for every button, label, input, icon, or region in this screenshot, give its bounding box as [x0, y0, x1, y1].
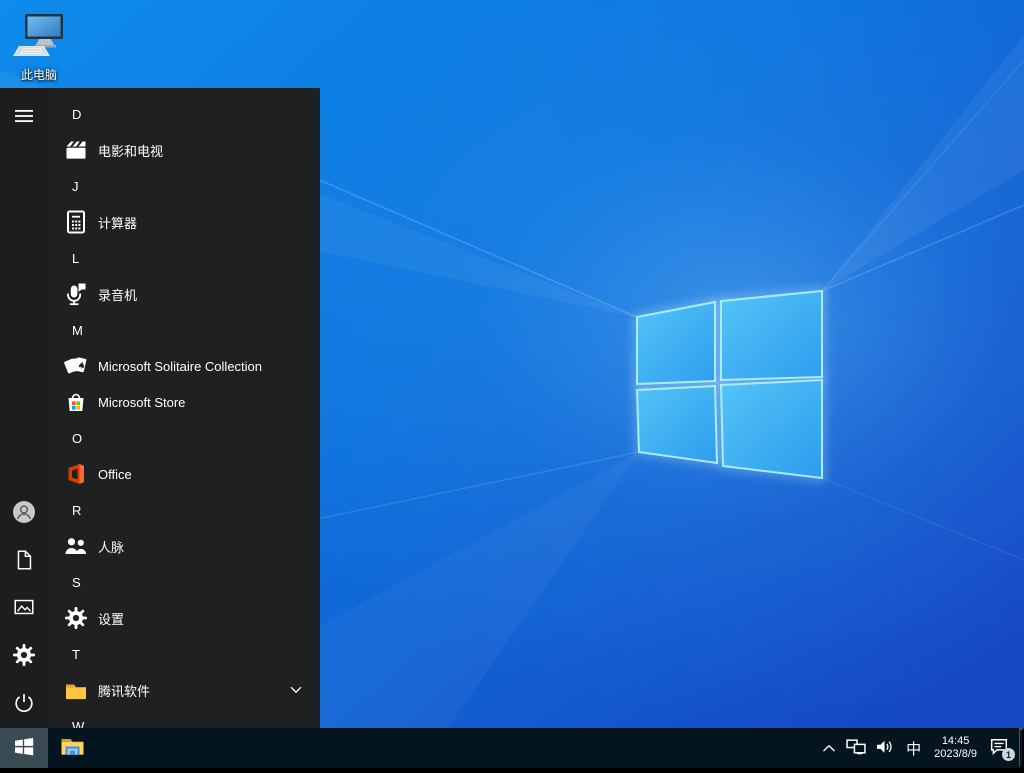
app-item[interactable]: Office [48, 456, 320, 492]
app-label: 计算器 [98, 215, 138, 231]
section-letter: L [72, 250, 80, 266]
clock-time: 14:45 [941, 735, 970, 747]
file-explorer-button[interactable] [56, 728, 88, 768]
people-icon [62, 532, 90, 560]
windows-logo-icon [14, 737, 34, 759]
section-header-m[interactable]: M [48, 312, 320, 348]
section-header-o[interactable]: O [48, 420, 320, 456]
user-button[interactable] [0, 488, 48, 536]
documents-button[interactable] [0, 536, 48, 584]
store-icon [62, 388, 90, 416]
app-item[interactable]: Microsoft Store [48, 384, 320, 420]
section-letter: R [72, 502, 82, 518]
app-label: 腾讯软件 [98, 683, 151, 699]
settings-button[interactable] [0, 631, 48, 679]
section-letter: M [72, 322, 83, 338]
computer-icon [6, 12, 72, 65]
app-label: 人脉 [98, 539, 125, 555]
app-item[interactable]: 设置 [48, 600, 320, 636]
section-letter: O [72, 430, 83, 446]
section-header-d[interactable]: D [48, 96, 320, 132]
app-item[interactable]: 计算器 [48, 204, 320, 240]
show-desktop-button[interactable] [1019, 728, 1024, 768]
system-tray: 中 14:45 2023/8/9 1 [817, 728, 1024, 768]
office-icon [62, 460, 90, 488]
section-letter: D [72, 106, 82, 122]
section-letter: W [72, 718, 85, 729]
desktop-icon-this-pc[interactable]: 此电脑 [6, 12, 72, 83]
calculator-icon [62, 208, 90, 236]
app-label: Office [98, 466, 132, 482]
clock[interactable]: 14:45 2023/8/9 [927, 728, 984, 768]
app-label: Microsoft Store [98, 394, 186, 410]
app-item[interactable]: ♠ Microsoft Solitaire Collection [48, 348, 320, 384]
volume-icon [876, 739, 895, 758]
section-letter: J [72, 178, 79, 194]
expand-menu-button[interactable] [0, 92, 48, 140]
chevron-down-icon [290, 686, 302, 694]
section-header-j[interactable]: J [48, 168, 320, 204]
folder-icon [62, 676, 90, 704]
chevron-up-icon [822, 741, 836, 756]
hidden-icons-button[interactable] [817, 728, 841, 768]
section-header-w[interactable]: W [48, 708, 320, 729]
start-menu: D 电影和电视 J 计算器 L 录音机 M ♠ Microsoft Solitaire Coll… [0, 88, 320, 728]
app-item[interactable]: 腾讯软件 [48, 672, 320, 708]
clock-date: 2023/8/9 [934, 748, 977, 760]
file-explorer-icon [59, 733, 86, 763]
network-button[interactable] [841, 728, 871, 768]
section-header-t[interactable]: T [48, 636, 320, 672]
notification-badge: 1 [1002, 748, 1015, 761]
section-header-s[interactable]: S [48, 564, 320, 600]
voice-recorder-icon [62, 280, 90, 308]
app-label: 录音机 [98, 287, 138, 303]
section-header-r[interactable]: R [48, 492, 320, 528]
section-letter: T [72, 646, 80, 662]
solitaire-icon: ♠ [62, 352, 90, 380]
app-item[interactable]: 录音机 [48, 276, 320, 312]
movies-tv-icon [62, 136, 90, 164]
network-icon [846, 738, 866, 758]
app-label: 电影和电视 [98, 143, 164, 159]
settings-gear-icon [62, 604, 90, 632]
app-item[interactable]: 人脉 [48, 528, 320, 564]
start-app-list: D 电影和电视 J 计算器 L 录音机 M ♠ Microsoft Solitaire Coll… [48, 88, 320, 728]
svg-text:♠: ♠ [76, 361, 86, 373]
start-button[interactable] [0, 728, 48, 768]
taskbar: 中 14:45 2023/8/9 1 [0, 728, 1024, 768]
volume-button[interactable] [871, 728, 900, 768]
action-center-button[interactable]: 1 [984, 728, 1018, 768]
start-menu-rail [0, 88, 48, 728]
app-label: 设置 [98, 611, 125, 627]
ime-indicator[interactable]: 中 [900, 728, 927, 768]
app-label: Microsoft Solitaire Collection [98, 358, 263, 374]
section-header-l[interactable]: L [48, 240, 320, 276]
pictures-button[interactable] [0, 583, 48, 631]
section-letter: S [72, 574, 81, 590]
desktop-icon-label: 此电脑 [20, 68, 57, 82]
app-item[interactable]: 电影和电视 [48, 132, 320, 168]
power-button[interactable] [0, 679, 48, 727]
